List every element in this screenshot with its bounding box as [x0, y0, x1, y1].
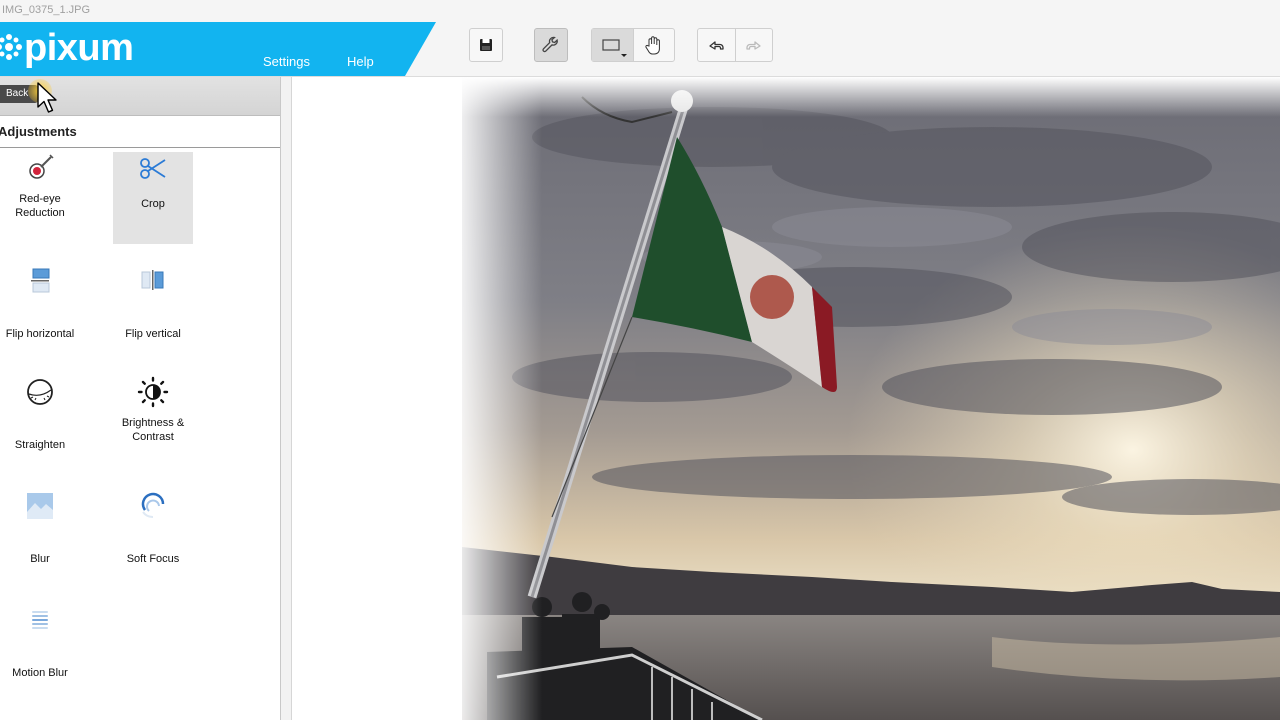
- tool-flip-horizontal[interactable]: Flip horizontal: [0, 265, 80, 340]
- tool-label: Blur: [30, 553, 50, 565]
- nav-help[interactable]: Help: [347, 54, 374, 69]
- photo-canvas[interactable]: [292, 77, 1280, 720]
- nav-settings[interactable]: Settings: [263, 54, 310, 69]
- tool-red-eye-reduction[interactable]: Red-eye Reduction: [0, 152, 80, 232]
- tool-soft-focus[interactable]: Soft Focus: [113, 490, 193, 565]
- hand-icon: [645, 36, 660, 55]
- save-icon: [480, 39, 492, 51]
- blur-icon: [27, 493, 53, 519]
- undo-icon: [709, 41, 724, 50]
- tool-label: Flip vertical: [125, 328, 181, 340]
- tool-label: Brightness & Contrast: [121, 417, 185, 443]
- undo-button[interactable]: [698, 29, 736, 61]
- motion-blur-icon: [32, 611, 48, 629]
- hand-tool-button[interactable]: [634, 29, 674, 61]
- mouse-cursor-icon: [37, 82, 57, 113]
- tool-blur[interactable]: Blur: [0, 490, 80, 565]
- tool-crop[interactable]: Crop: [113, 152, 193, 244]
- tool-label: Crop: [141, 198, 165, 210]
- tool-label: Red-eye Reduction: [15, 193, 65, 219]
- section-divider: [0, 147, 280, 148]
- redo-button[interactable]: [736, 29, 772, 61]
- red-eye-icon: [29, 154, 54, 179]
- brightness-icon: [137, 376, 169, 408]
- wrench-icon: [542, 36, 558, 53]
- tool-straighten[interactable]: Straighten: [0, 376, 80, 456]
- flip-horizontal-icon: [31, 268, 50, 293]
- pixum-logo-icon: [0, 34, 22, 60]
- app-header: pixum Settings Help: [0, 22, 1280, 77]
- tool-label: Straighten: [14, 439, 66, 451]
- tool-brightness-contrast[interactable]: Brightness & Contrast: [113, 376, 193, 456]
- selection-tools-group: [591, 28, 675, 62]
- tool-label: Motion Blur: [12, 667, 68, 679]
- soft-focus-icon: [141, 492, 165, 519]
- rectangle-select-icon: [602, 39, 627, 57]
- tool-flip-vertical[interactable]: Flip vertical: [113, 265, 193, 340]
- section-title: Adjustments: [0, 124, 77, 139]
- panel-splitter[interactable]: [281, 77, 292, 720]
- rectangle-select-button[interactable]: [592, 29, 634, 61]
- save-button[interactable]: [469, 28, 503, 62]
- flip-vertical-icon: [141, 270, 164, 290]
- photo-image: [292, 77, 1280, 720]
- history-group: [697, 28, 773, 62]
- pixum-logo-text: pixum: [24, 27, 134, 69]
- scissors-icon: [140, 158, 166, 179]
- tools-button[interactable]: [534, 28, 568, 62]
- adjustments-panel: Back Adjustments Red-eyeReduction Crop: [0, 77, 281, 720]
- window-titlebar: IMG_0375_1.JPG: [0, 0, 1280, 22]
- tool-motion-blur[interactable]: Motion Blur: [0, 604, 80, 679]
- redo-icon: [746, 41, 761, 50]
- panel-back-bar: Back: [0, 77, 280, 116]
- tool-label: Soft Focus: [126, 553, 180, 565]
- brand-bar: pixum Settings Help: [0, 22, 440, 76]
- window-title: IMG_0375_1.JPG: [2, 4, 91, 16]
- tool-label: Flip horizontal: [5, 328, 75, 340]
- straighten-icon: [27, 379, 53, 405]
